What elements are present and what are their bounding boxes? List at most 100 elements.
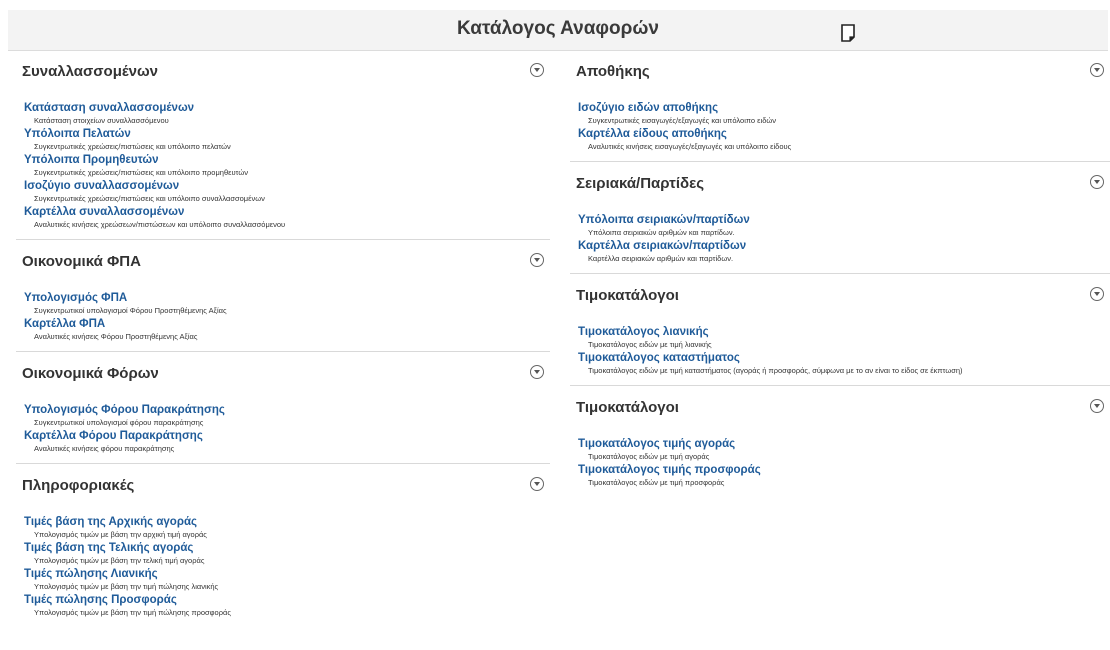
report-description: Συγκεντρωτικές χρεώσεις/πιστώσεις και υπ… xyxy=(34,168,249,177)
section-title: Συναλλασσομένων xyxy=(22,63,159,80)
section-header: Αποθήκης xyxy=(570,50,1110,94)
report-item: Τιμοκατάλογος τιμής προσφοράς Τιμοκατάλογ… xyxy=(578,463,1110,488)
section-title: Οικονομικά Φόρων xyxy=(22,365,159,382)
report-link[interactable]: Υπολογισμός ΦΠΑ xyxy=(24,291,550,305)
report-description: Υπολογισμός τιμών με βάση την αρχική τιμ… xyxy=(34,530,207,539)
collapse-toggle-icon[interactable] xyxy=(530,63,544,77)
left-column: Συναλλασσομένων Κατάσταση συναλλασσομένων… xyxy=(16,50,550,627)
report-list: Τιμοκατάλογος λιανικής Τιμοκατάλογος ειδώ… xyxy=(570,318,1110,385)
collapse-toggle-icon[interactable] xyxy=(530,477,544,491)
report-description: Συγκεντρωτικές εισαγωγές/εξαγωγές και υπ… xyxy=(588,116,776,125)
report-item: Υπολογισμός Φόρου Παρακράτησης Συγκεντρωτ… xyxy=(24,403,550,428)
report-description: Κατάσταση στοιχείων συναλλασσόμενου xyxy=(34,116,169,125)
report-item: Τιμοκατάλογος τιμής αγοράς Τιμοκατάλογος … xyxy=(578,437,1110,462)
report-list: Ισοζύγιο ειδών αποθήκης Συγκεντρωτικές ει… xyxy=(570,94,1110,161)
report-description: Τιμοκατάλογος ειδών με τιμή αγοράς xyxy=(588,452,710,461)
report-description: Υπόλοιπα σειριακών αριθμών και παρτίδων. xyxy=(588,228,735,237)
report-description: Καρτέλλα σειριακών αριθμών και παρτίδων. xyxy=(588,254,734,263)
report-link[interactable]: Υπολογισμός Φόρου Παρακράτησης xyxy=(24,403,550,417)
report-link[interactable]: Τιμοκατάλογος τιμής αγοράς xyxy=(578,437,1110,451)
report-description: Τιμοκατάλογος ειδών με τιμή καταστήματος… xyxy=(588,366,963,375)
report-link[interactable]: Τιμοκατάλογος καταστήματος xyxy=(578,351,1110,365)
report-description: Υπολογισμός τιμών με βάση την τιμή πώλησ… xyxy=(34,582,219,591)
report-item: Τιμές πώλησης Προσφοράς Υπολογισμός τιμών… xyxy=(24,593,550,618)
report-item: Καρτέλλα συναλλασσομένων Αναλυτικές κινήσ… xyxy=(24,205,550,230)
report-item: Υπόλοιπα Προμηθευτών Συγκεντρωτικές χρεώσ… xyxy=(24,153,550,178)
report-link[interactable]: Τιμοκατάλογος λιανικής xyxy=(578,325,1110,339)
report-link[interactable]: Τιμές πώλησης Προσφοράς xyxy=(24,593,550,607)
report-item: Τιμές πώλησης Λιανικής Υπολογισμός τιμών … xyxy=(24,567,550,592)
collapse-toggle-icon[interactable] xyxy=(1090,399,1104,413)
report-link[interactable]: Υπόλοιπα Προμηθευτών xyxy=(24,153,550,167)
section-title: Σειριακά/Παρτίδες xyxy=(576,175,705,192)
report-description: Τιμοκατάλογος ειδών με τιμή προσφοράς xyxy=(588,478,725,487)
report-list: Κατάσταση συναλλασσομένων Κατάσταση στοιχ… xyxy=(16,94,550,239)
report-item: Καρτέλλα ΦΠΑ Αναλυτικές κινήσεις Φόρου Πρ… xyxy=(24,317,550,342)
report-list: Υπόλοιπα σειριακών/παρτίδων Υπόλοιπα σειρ… xyxy=(570,206,1110,273)
report-link[interactable]: Υπόλοιπα Πελατών xyxy=(24,127,550,141)
section-header: Οικονομικά Φόρων xyxy=(16,352,550,396)
section-header: Σειριακά/Παρτίδες xyxy=(570,162,1110,206)
report-link[interactable]: Καρτέλλα σειριακών/παρτίδων xyxy=(578,239,1110,253)
section-title: Πληροφοριακές xyxy=(22,477,135,494)
report-item: Ισοζύγιο ειδών αποθήκης Συγκεντρωτικές ει… xyxy=(578,101,1110,126)
section-header: Συναλλασσομένων xyxy=(16,50,550,94)
report-link[interactable]: Καρτέλλα είδους αποθήκης xyxy=(578,127,1110,141)
report-item: Ισοζύγιο συναλλασσομένων Συγκεντρωτικές χ… xyxy=(24,179,550,204)
report-link[interactable]: Καρτέλλα ΦΠΑ xyxy=(24,317,550,331)
report-item: Υπολογισμός ΦΠΑ Συγκεντρωτικοί υπολογισμο… xyxy=(24,291,550,316)
reports-catalog-page: Κατάλογος Αναφορών Συναλλασσομένων Κατάστ… xyxy=(0,0,1110,650)
report-link[interactable]: Ισοζύγιο συναλλασσομένων xyxy=(24,179,550,193)
report-item: Υπόλοιπα σειριακών/παρτίδων Υπόλοιπα σειρ… xyxy=(578,213,1110,238)
section-title: Τιμοκατάλογοι xyxy=(576,399,679,416)
report-link[interactable]: Τιμές πώλησης Λιανικής xyxy=(24,567,550,581)
report-item: Τιμές βάση της Αρχικής αγοράς Υπολογισμός… xyxy=(24,515,550,540)
report-link[interactable]: Τιμοκατάλογος τιμής προσφοράς xyxy=(578,463,1110,477)
collapse-toggle-icon[interactable] xyxy=(1090,63,1104,77)
report-link[interactable]: Κατάσταση συναλλασσομένων xyxy=(24,101,550,115)
report-item: Τιμοκατάλογος καταστήματος Τιμοκατάλογος … xyxy=(578,351,1110,376)
section-title: Αποθήκης xyxy=(576,63,650,80)
report-list: Τιμές βάση της Αρχικής αγοράς Υπολογισμός… xyxy=(16,508,550,627)
report-description: Συγκεντρωτικές χρεώσεις/πιστώσεις και υπ… xyxy=(34,142,231,151)
report-link[interactable]: Τιμές βάση της Τελικής αγοράς xyxy=(24,541,550,555)
report-section: Σειριακά/Παρτίδες Υπόλοιπα σειριακών/παρτ… xyxy=(570,162,1110,274)
report-description: Υπολογισμός τιμών με βάση την τελική τιμ… xyxy=(34,556,205,565)
section-header: Οικονομικά ΦΠΑ xyxy=(16,240,550,284)
report-description: Συγκεντρωτικές χρεώσεις/πιστώσεις και υπ… xyxy=(34,194,265,203)
report-description: Αναλυτικές κινήσεις εισαγωγές/εξαγωγές κ… xyxy=(588,142,792,151)
report-section: Οικονομικά Φόρων Υπολογισμός Φόρου Παρακρ… xyxy=(16,352,550,464)
report-description: Αναλυτικές κινήσεις φόρου παρακράτησης xyxy=(34,444,175,453)
section-header: Τιμοκατάλογοι xyxy=(570,386,1110,430)
section-header: Τιμοκατάλογοι xyxy=(570,274,1110,318)
report-item: Καρτέλλα είδους αποθήκης Αναλυτικές κινήσ… xyxy=(578,127,1110,152)
report-item: Καρτέλλα σειριακών/παρτίδων Καρτέλλα σειρ… xyxy=(578,239,1110,264)
report-link[interactable]: Τιμές βάση της Αρχικής αγοράς xyxy=(24,515,550,529)
report-section: Πληροφοριακές Τιμές βάση της Αρχικής αγορ… xyxy=(16,464,550,627)
report-section: Τιμοκατάλογοι Τιμοκατάλογος τιμής αγοράς Τ… xyxy=(570,386,1110,497)
report-list: Τιμοκατάλογος τιμής αγοράς Τιμοκατάλογος … xyxy=(570,430,1110,497)
report-link[interactable]: Καρτέλλα Φόρου Παρακράτησης xyxy=(24,429,550,443)
report-description: Τιμοκατάλογος ειδών με τιμή λιανικής xyxy=(588,340,712,349)
report-section: Οικονομικά ΦΠΑ Υπολογισμός ΦΠΑ Συγκεντρωτι… xyxy=(16,240,550,352)
collapse-toggle-icon[interactable] xyxy=(1090,175,1104,189)
report-list: Υπολογισμός Φόρου Παρακράτησης Συγκεντρωτ… xyxy=(16,396,550,463)
report-item: Τιμοκατάλογος λιανικής Τιμοκατάλογος ειδώ… xyxy=(578,325,1110,350)
report-item: Υπόλοιπα Πελατών Συγκεντρωτικές χρεώσεις/… xyxy=(24,127,550,152)
collapse-toggle-icon[interactable] xyxy=(530,365,544,379)
report-link[interactable]: Καρτέλλα συναλλασσομένων xyxy=(24,205,550,219)
collapse-toggle-icon[interactable] xyxy=(530,253,544,267)
collapse-toggle-icon[interactable] xyxy=(1090,287,1104,301)
report-link[interactable]: Υπόλοιπα σειριακών/παρτίδων xyxy=(578,213,1110,227)
report-description: Συγκεντρωτικοί υπολογισμοί φόρου παρακρά… xyxy=(34,418,204,427)
report-item: Καρτέλλα Φόρου Παρακράτησης Αναλυτικές κι… xyxy=(24,429,550,454)
page-title: Κατάλογος Αναφορών xyxy=(457,18,659,39)
document-icon[interactable] xyxy=(841,24,855,42)
section-title: Τιμοκατάλογοι xyxy=(576,287,679,304)
report-section: Τιμοκατάλογοι Τιμοκατάλογος λιανικής Τιμοκ… xyxy=(570,274,1110,386)
section-title: Οικονομικά ΦΠΑ xyxy=(22,253,141,270)
section-header: Πληροφοριακές xyxy=(16,464,550,508)
report-link[interactable]: Ισοζύγιο ειδών αποθήκης xyxy=(578,101,1110,115)
report-section: Αποθήκης Ισοζύγιο ειδών αποθήκης Συγκεντρω… xyxy=(570,50,1110,162)
right-column: Αποθήκης Ισοζύγιο ειδών αποθήκης Συγκεντρω… xyxy=(570,50,1110,497)
